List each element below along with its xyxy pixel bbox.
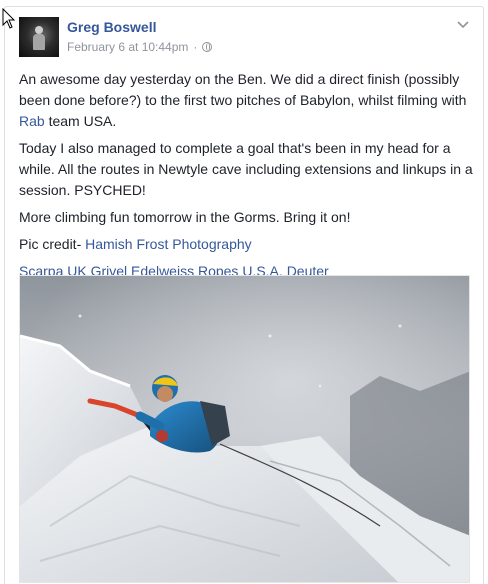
paragraph-1: An awesome day yesterday on the Ben. We …: [19, 71, 467, 129]
avatar[interactable]: [19, 17, 59, 57]
paragraph-2: Today I also managed to complete a goal …: [19, 140, 473, 198]
globe-icon[interactable]: [202, 42, 213, 52]
post-card: Greg Boswell February 6 at 10:44pm · An …: [4, 6, 484, 584]
post-meta: February 6 at 10:44pm ·: [67, 40, 213, 54]
rab-link[interactable]: Rab: [19, 113, 45, 129]
mouse-cursor-icon: [2, 8, 16, 29]
author-name[interactable]: Greg Boswell: [67, 19, 156, 35]
post-timestamp[interactable]: February 6 at 10:44pm: [67, 40, 188, 54]
post-photo[interactable]: [19, 275, 470, 583]
paragraph-3: More climbing fun tomorrow in the Gorms.…: [19, 209, 351, 225]
meta-separator: ·: [193, 40, 198, 54]
chevron-down-icon[interactable]: [455, 17, 471, 33]
photographer-link[interactable]: Hamish Frost Photography: [85, 236, 252, 252]
pic-credit: Pic credit- Hamish Frost Photography: [19, 236, 252, 252]
post-text: An awesome day yesterday on the Ben. We …: [19, 69, 475, 288]
